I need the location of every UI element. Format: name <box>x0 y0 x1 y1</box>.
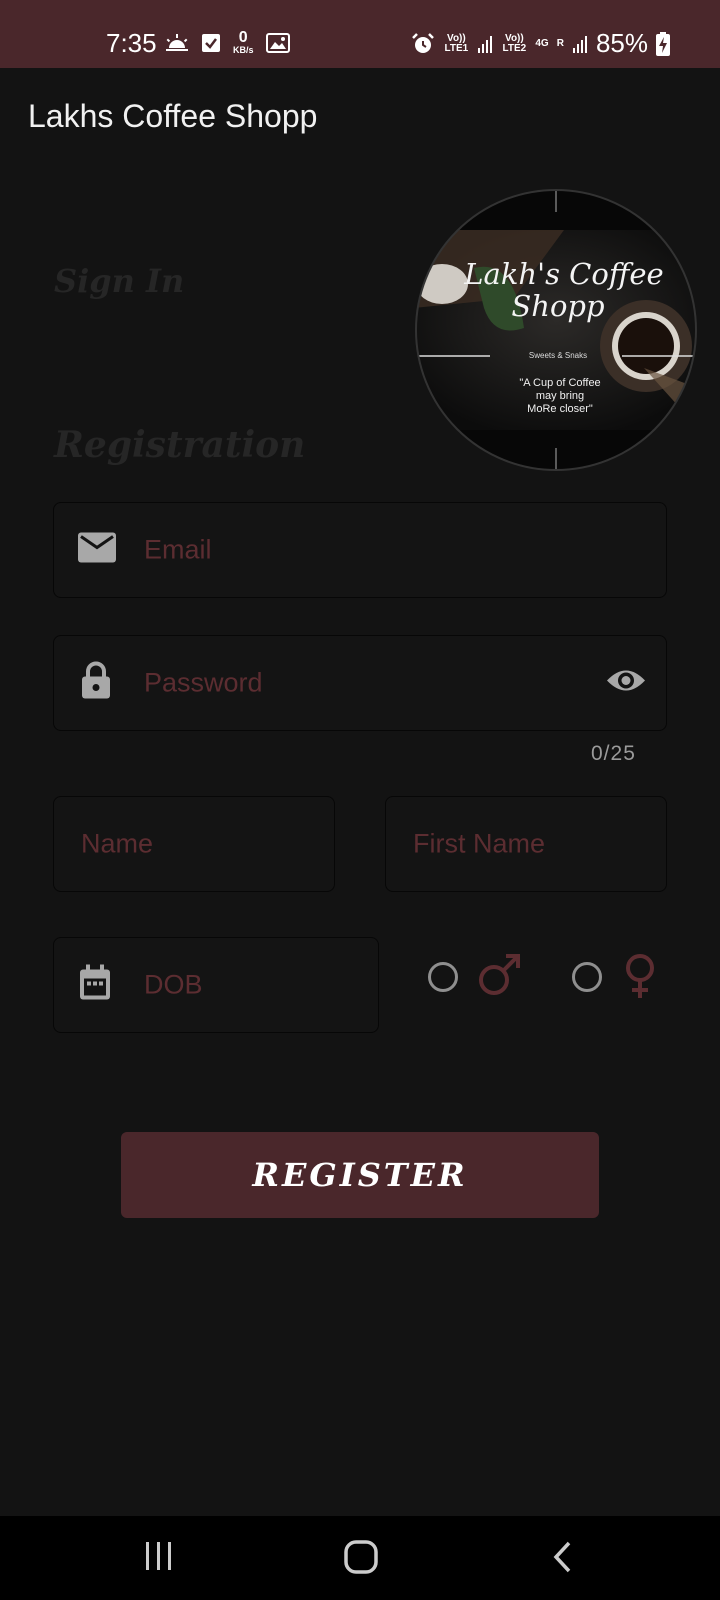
battery-charging-icon <box>656 31 670 56</box>
first-name-field[interactable]: First Name <box>385 796 667 892</box>
network-speed-unit: KB/s <box>233 45 254 55</box>
register-button[interactable]: REGISTER <box>121 1132 599 1218</box>
network-type: 4G <box>535 37 549 49</box>
app-title: Lakhs Coffee Shopp <box>28 98 318 134</box>
network-speed-value: 0 <box>238 29 248 46</box>
password-field[interactable]: Password <box>53 635 667 731</box>
female-icon <box>622 952 658 1005</box>
roaming-indicator: R <box>556 37 564 49</box>
home-icon[interactable] <box>344 1540 378 1579</box>
shop-logo: Lakh's Coffee Shopp Sweets & Snaks "A Cu… <box>414 188 698 472</box>
password-char-counter: 0/25 <box>591 742 636 765</box>
battery-percent: 85% <box>595 28 648 58</box>
recent-apps-icon[interactable] <box>144 1540 174 1577</box>
eye-icon[interactable] <box>606 667 646 700</box>
logo-quote-line3: MoRe closer" <box>527 403 593 415</box>
first-name-placeholder: First Name <box>413 828 546 859</box>
logo-quote-line1: "A Cup of Coffee <box>519 377 600 389</box>
email-placeholder: Email <box>144 534 212 565</box>
network-speed: 0 KB/s <box>233 30 254 55</box>
gender-female-radio[interactable] <box>572 962 602 992</box>
dob-placeholder: DOB <box>144 969 203 1000</box>
signal-icon <box>478 35 493 53</box>
logo-title-line1: Lakh's Coffee <box>463 257 663 291</box>
sim2-label: Vo)) LTE2 <box>502 32 527 54</box>
alarm-icon <box>412 32 435 53</box>
status-bar: 7:35 0 KB/s Vo)) LTE1 Vo)) LTE2 4G R 85% <box>0 0 720 68</box>
signal-icon <box>572 35 587 53</box>
calendar-icon <box>79 964 111 1006</box>
tab-registration[interactable]: Registration <box>54 424 305 466</box>
status-system-icons: Vo)) LTE1 Vo)) LTE2 4G R 85% <box>411 28 670 59</box>
gallery-icon <box>265 32 290 53</box>
checkbox-icon <box>202 33 220 52</box>
name-field[interactable]: Name <box>53 796 335 892</box>
logo-quote-line2: may bring <box>536 390 584 402</box>
tab-sign-in[interactable]: Sign In <box>54 262 184 300</box>
navigation-bar <box>0 1516 720 1600</box>
weather-icon <box>166 33 188 51</box>
email-field[interactable]: Email <box>53 502 667 598</box>
app-bar: Lakhs Coffee Shopp <box>0 68 720 168</box>
dob-field[interactable]: DOB <box>53 937 379 1033</box>
male-icon <box>476 952 522 1003</box>
name-placeholder: Name <box>81 828 154 859</box>
lock-icon <box>81 661 111 705</box>
back-icon[interactable] <box>550 1540 574 1579</box>
gender-male-radio[interactable] <box>428 962 458 992</box>
logo-subtitle: Sweets & Snaks <box>529 351 587 360</box>
email-icon <box>78 532 116 568</box>
password-placeholder: Password <box>144 667 263 698</box>
sim1-label: Vo)) LTE1 <box>444 32 469 54</box>
logo-title-line2: Shopp <box>511 289 604 323</box>
status-time: 7:35 <box>106 28 157 58</box>
status-notification-icons: 0 KB/s <box>165 30 290 55</box>
